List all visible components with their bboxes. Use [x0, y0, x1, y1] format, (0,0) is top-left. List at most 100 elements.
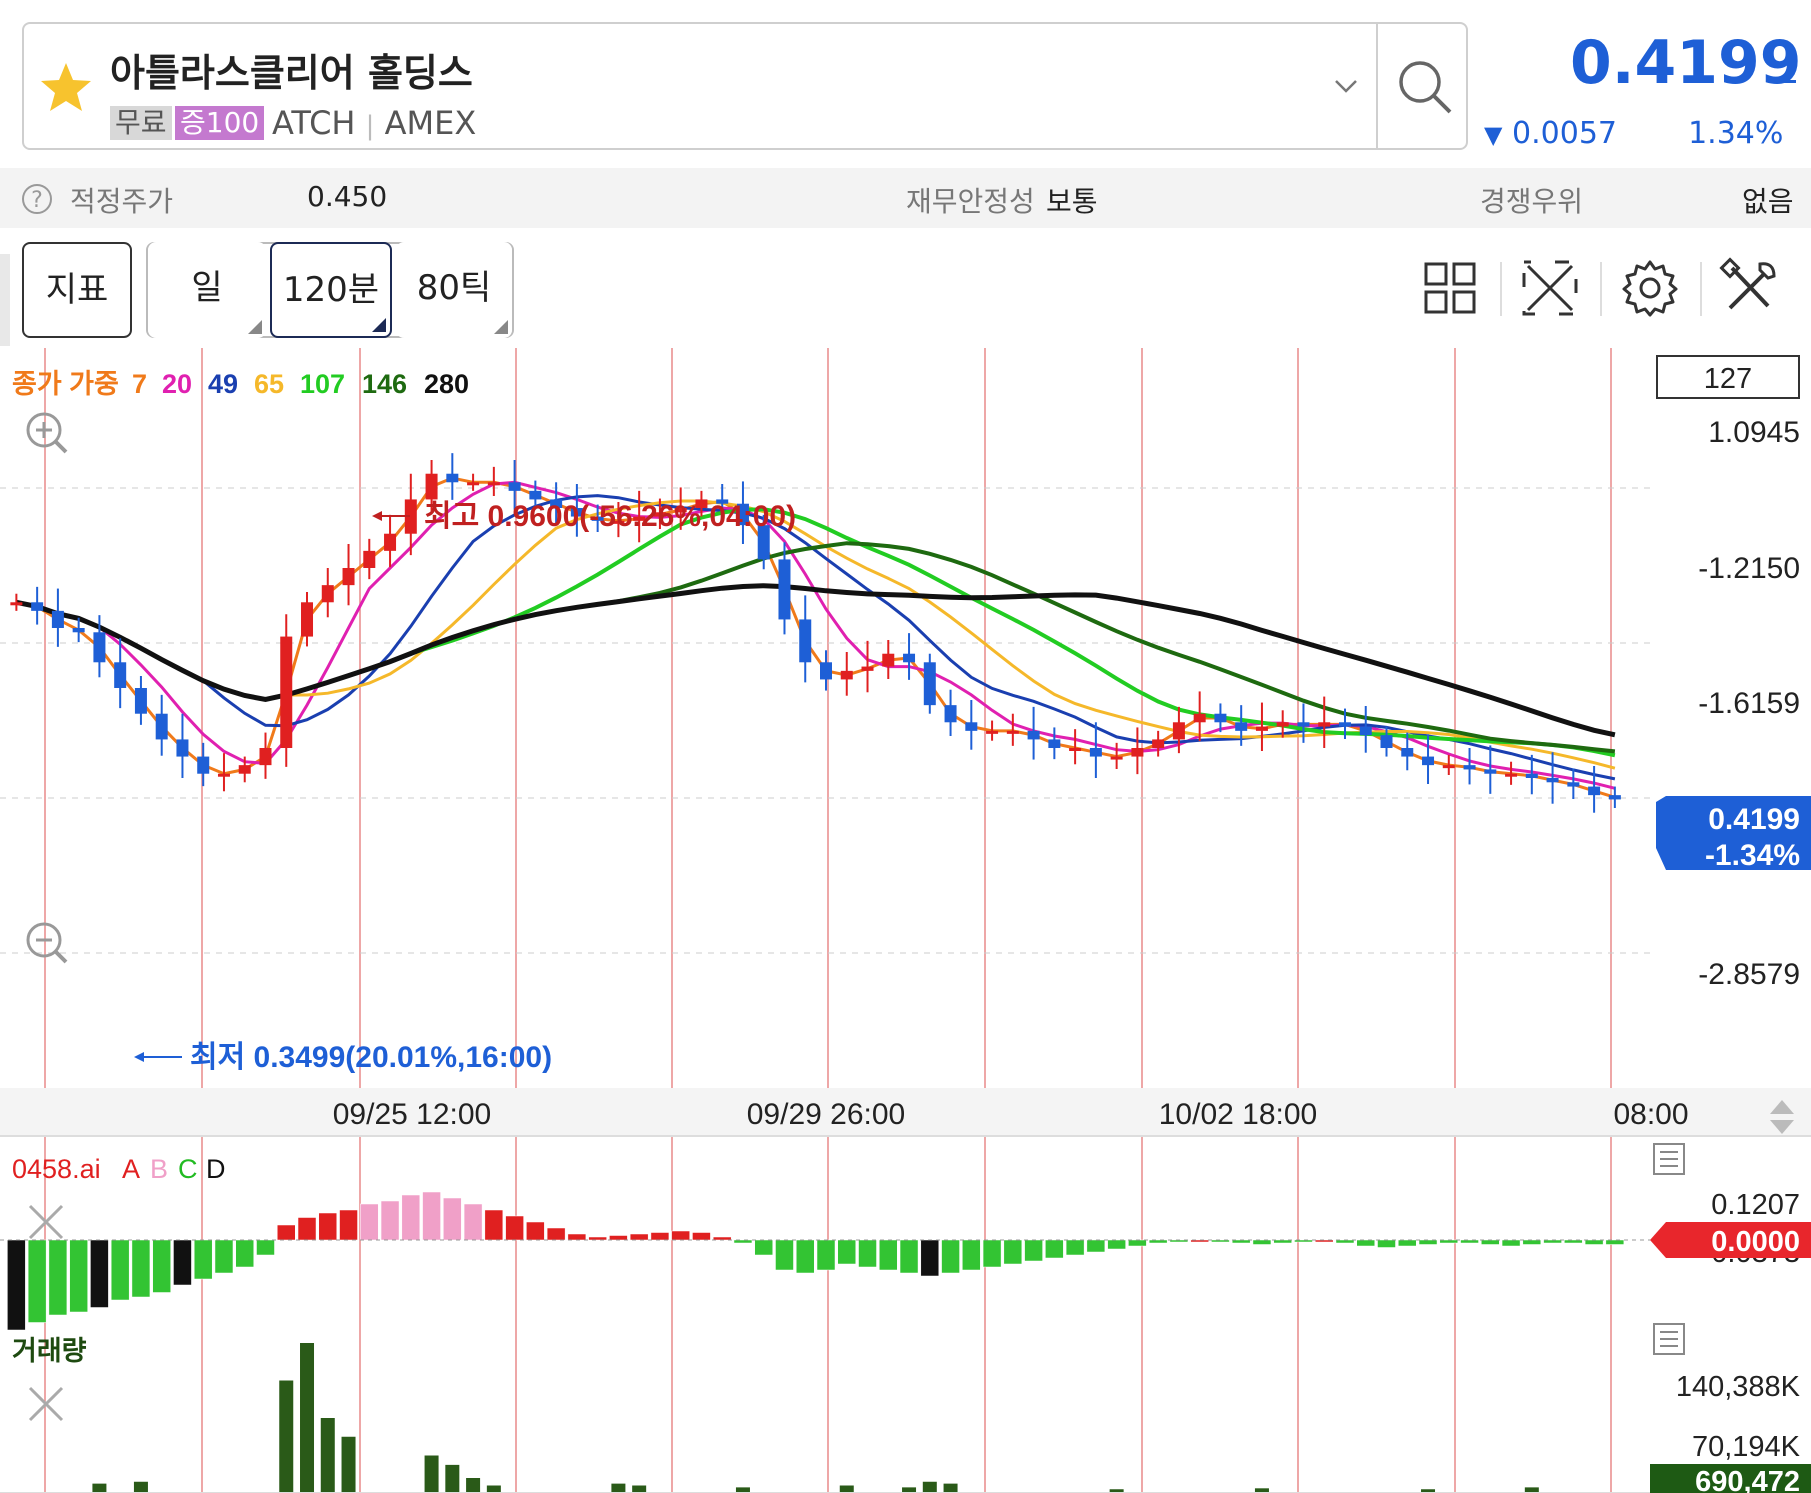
price-underline — [1772, 80, 1796, 83]
candle-body — [155, 713, 168, 740]
volume-bar — [424, 1455, 439, 1493]
chevron-down-icon[interactable] — [1334, 78, 1358, 94]
volume-bar — [341, 1436, 356, 1493]
volume-bar — [300, 1343, 315, 1493]
volume-bar — [486, 1485, 501, 1493]
down-triangle-icon: ▼ — [1484, 121, 1503, 149]
toolbar-divider — [1700, 262, 1702, 316]
ai-bar — [484, 1209, 504, 1241]
competitive-value: 없음 — [1742, 185, 1794, 218]
ai-bar — [505, 1215, 524, 1241]
indicator-button[interactable]: 지표 — [22, 242, 132, 338]
candle-body — [882, 653, 895, 667]
favorite-star-icon[interactable] — [38, 60, 94, 116]
period-tick-button[interactable]: 80틱 — [396, 242, 512, 338]
period-minute-label: 120분 — [282, 270, 380, 310]
ai-bar — [401, 1194, 421, 1241]
time-axis-bar — [0, 1088, 1811, 1136]
candle-body — [903, 653, 916, 663]
ai-bar — [858, 1239, 877, 1268]
ai-bar — [1398, 1239, 1417, 1247]
ma-legend-item: 146 — [362, 369, 407, 399]
candle-body — [31, 602, 44, 611]
ai-bar — [1501, 1239, 1521, 1247]
ai-bar — [1252, 1239, 1272, 1245]
dropdown-corner-icon — [494, 320, 508, 334]
expand-icon[interactable] — [1518, 256, 1582, 320]
ai-bar — [671, 1230, 690, 1241]
period-minute-button[interactable]: 120분 — [270, 242, 392, 338]
ma-legend-item: 7 — [132, 369, 147, 399]
candle-body — [1401, 748, 1414, 757]
candle-body — [1276, 722, 1289, 727]
current-price: 0.4199 — [1570, 28, 1802, 98]
settings-gear-icon[interactable] — [1618, 256, 1682, 320]
candle-body — [1110, 756, 1123, 760]
dropdown-corner-icon — [248, 320, 262, 334]
change-value: 0.0057 — [1512, 116, 1617, 151]
candle-body — [197, 756, 210, 774]
stability-label: 재무안정성 — [906, 185, 1035, 218]
ai-bar — [879, 1239, 898, 1271]
ai-bar — [816, 1239, 836, 1271]
time-tick-label: 09/29 26:00 — [747, 1098, 905, 1131]
exchange-name: AMEX — [384, 104, 477, 142]
stability-value: 보통 — [1046, 185, 1098, 218]
help-icon[interactable]: ? — [22, 184, 52, 214]
candle-body — [1193, 713, 1206, 723]
time-tick-label: 08:00 — [1613, 1098, 1688, 1131]
ai-bar — [775, 1239, 794, 1271]
candle-body — [93, 632, 106, 663]
ai-bar — [795, 1239, 815, 1274]
stock-name: 아틀라스클리어 홀딩스 — [110, 51, 473, 95]
candle-body — [1006, 730, 1019, 734]
low-annotation: 최저 0.3499(20.01%,16:00) — [190, 1041, 552, 1074]
candle-body — [1484, 769, 1497, 774]
time-tick-label: 09/25 12:00 — [333, 1098, 491, 1131]
ai-bar — [982, 1239, 1002, 1268]
ai-legend-item: D — [206, 1154, 226, 1184]
candle-body — [176, 739, 189, 757]
ai-bar — [193, 1239, 213, 1280]
side-drawer-handle[interactable] — [0, 254, 10, 346]
ai-bar — [1605, 1239, 1625, 1245]
ai-bar — [1377, 1239, 1396, 1248]
free-badge: 무료 — [110, 106, 172, 140]
volume-bar — [133, 1481, 148, 1493]
fair-price-label: 적정주가 — [70, 185, 174, 218]
chart-area[interactable]: 종가 가중 7 20 49 65 107 146 280 127 1.0945 -1.2150… — [0, 348, 1811, 1493]
volume-panel-menu-icon[interactable] — [1653, 1323, 1685, 1355]
ai-bar — [1065, 1239, 1085, 1256]
ai-bar — [837, 1239, 857, 1265]
volume-bar — [279, 1380, 294, 1493]
period-tick-label: 80틱 — [416, 268, 492, 308]
ai-bar — [629, 1233, 649, 1241]
period-day-button[interactable]: 일 — [148, 242, 266, 338]
candle-body — [508, 482, 521, 491]
candle-body — [1027, 730, 1040, 740]
ticker-exchange: ATCH | AMEX — [272, 104, 476, 142]
volume-y-mid: 70,194K — [1692, 1431, 1801, 1463]
tools-icon[interactable] — [1718, 256, 1782, 320]
candle-body — [10, 602, 23, 606]
ai-bar — [380, 1200, 400, 1241]
ai-bar — [567, 1233, 587, 1241]
candle-body — [321, 585, 334, 603]
ai-bar — [131, 1239, 151, 1298]
candle-body — [986, 730, 999, 734]
volume-bar — [839, 1485, 854, 1493]
ai-bar — [754, 1239, 773, 1256]
ai-bar — [899, 1239, 919, 1274]
candle-body — [1069, 748, 1082, 751]
ai-bar — [1003, 1239, 1023, 1265]
ai-bar — [110, 1239, 130, 1301]
current-price-tag: 0.4199 — [1708, 803, 1800, 836]
grid-layout-icon[interactable] — [1418, 256, 1482, 320]
candle-body — [1297, 722, 1310, 727]
volume-bar — [92, 1483, 107, 1493]
ai-bar — [360, 1203, 379, 1241]
search-icon[interactable] — [1396, 58, 1454, 116]
ai-bar — [463, 1203, 483, 1241]
fair-price-value: 0.450 — [307, 180, 388, 213]
ai-panel-menu-icon[interactable] — [1653, 1143, 1685, 1175]
